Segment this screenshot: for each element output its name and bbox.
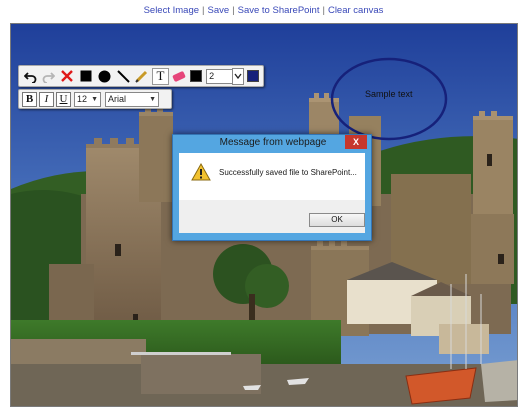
rectangle-tool-icon[interactable] [78, 68, 95, 85]
chevron-down-icon: ▼ [91, 95, 98, 103]
line-width-value: 2 [209, 71, 215, 81]
dialog-title: Message from webpage [219, 137, 327, 148]
font-family-value: Arial [108, 94, 127, 104]
separator: | [322, 5, 325, 16]
warning-icon [191, 162, 211, 186]
drawing-toolbar: T 2 [18, 65, 264, 87]
text-format-toolbar: B I U 12 ▼ Arial ▼ [18, 89, 172, 109]
separator: | [202, 5, 205, 16]
stroke-color-swatch[interactable] [247, 70, 259, 82]
eraser-tool-icon[interactable] [171, 68, 188, 85]
chevron-down-icon: ▼ [149, 95, 156, 103]
underline-button[interactable]: U [56, 91, 71, 107]
font-size-select[interactable]: 12 ▼ [74, 91, 101, 107]
bold-button[interactable]: B [22, 91, 37, 107]
save-to-sharepoint-link[interactable]: Save to SharePoint [238, 5, 320, 16]
fill-color-swatch[interactable] [190, 70, 203, 82]
delete-icon[interactable] [59, 68, 76, 85]
separator: | [232, 5, 235, 16]
save-link[interactable]: Save [208, 5, 230, 16]
dialog-body: Successfully saved file to SharePoint... [179, 153, 365, 200]
message-dialog: Message from webpage X Successfully save… [172, 134, 372, 241]
text-tool-icon[interactable]: T [152, 67, 169, 85]
clear-canvas-link[interactable]: Clear canvas [328, 5, 383, 16]
line-tool-icon[interactable] [115, 68, 132, 85]
select-image-link[interactable]: Select Image [144, 5, 199, 16]
canvas-annotation-text[interactable]: Sample text [365, 89, 413, 99]
font-size-value: 12 [77, 94, 88, 104]
ellipse-tool-icon[interactable] [96, 68, 113, 85]
undo-icon[interactable] [22, 68, 39, 85]
top-action-bar: Select Image | Save | Save to SharePoint | Cle… [0, 0, 527, 22]
font-family-select[interactable]: Arial ▼ [105, 91, 159, 107]
ok-button[interactable]: OK [309, 213, 365, 227]
text-tool-label: T [156, 68, 165, 83]
close-button[interactable]: X [345, 135, 367, 149]
redo-icon[interactable] [41, 68, 58, 85]
pencil-tool-icon[interactable] [134, 68, 151, 85]
line-width-select[interactable]: 2 [206, 68, 234, 84]
italic-button[interactable]: I [39, 91, 54, 107]
chevron-down-icon[interactable] [232, 67, 245, 85]
dialog-footer: OK [179, 200, 365, 233]
dialog-message: Successfully saved file to SharePoint... [219, 168, 357, 177]
